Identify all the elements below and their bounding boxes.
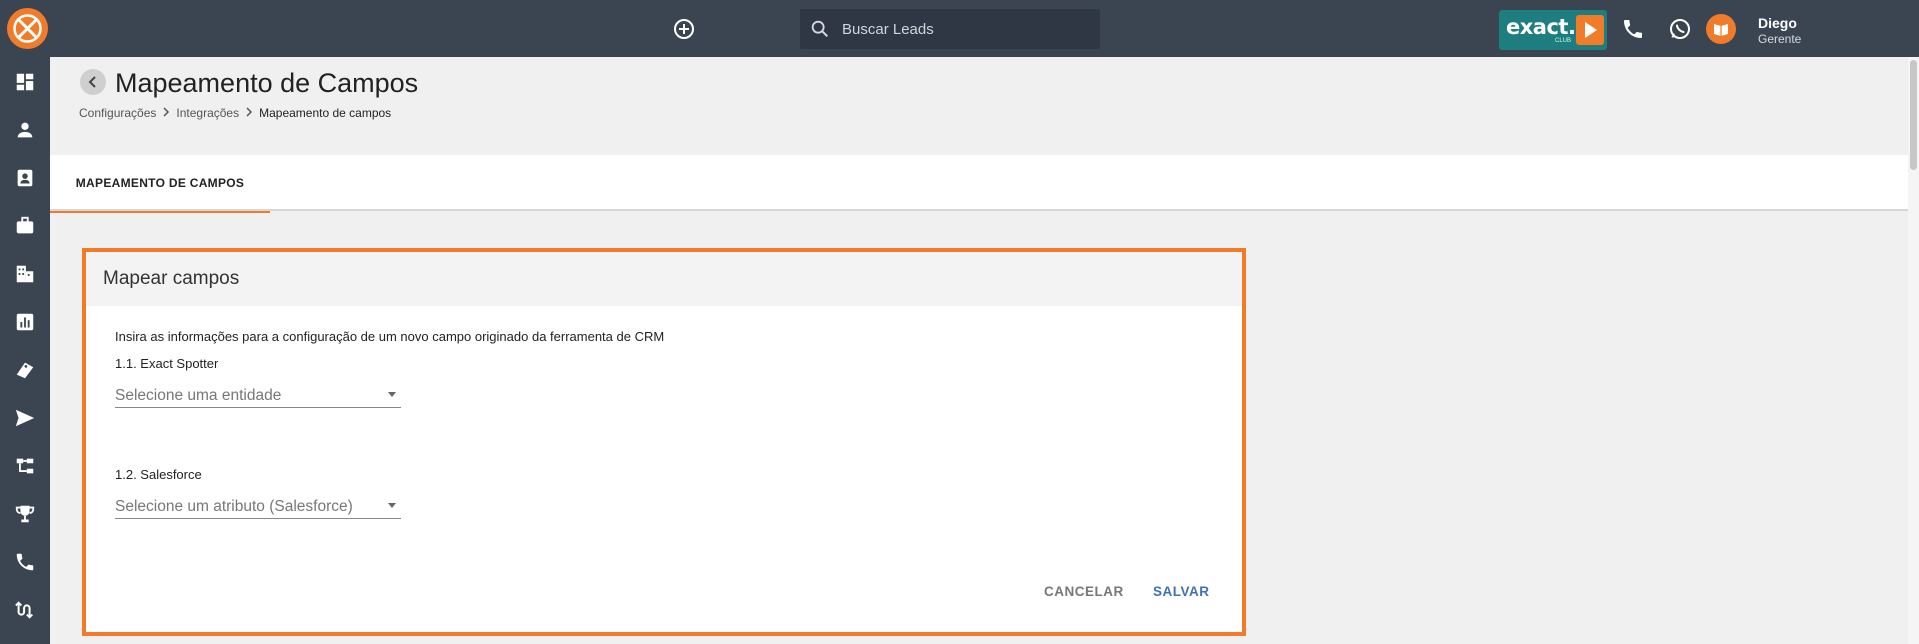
section-salesforce-label: 1.2. Salesforce [115, 467, 202, 482]
tag-icon[interactable] [14, 359, 36, 381]
search-box [800, 9, 1100, 49]
building-icon[interactable] [14, 263, 36, 285]
book-icon[interactable] [1706, 14, 1736, 44]
tab-mapeamento-de-campos[interactable]: MAPEAMENTO DE CAMPOS [50, 155, 270, 213]
attribute-select-placeholder: Selecione um atributo (Salesforce) [115, 498, 353, 515]
trophy-icon[interactable] [14, 503, 36, 525]
top-bar: exact. CLUB Diego Gerente [0, 0, 1919, 57]
section-exact-spotter-label: 1.1. Exact Spotter [115, 356, 219, 371]
attribute-select[interactable]: Selecione um atributo (Salesforce) [115, 487, 401, 519]
whatsapp-icon[interactable] [1668, 17, 1692, 41]
sidebar [0, 57, 50, 644]
dashboard-icon[interactable] [14, 71, 36, 93]
back-button[interactable] [80, 69, 106, 95]
add-circle-icon[interactable] [672, 17, 696, 41]
save-button[interactable]: SALVAR [1153, 584, 1210, 599]
exact-club-button[interactable]: exact. CLUB [1499, 10, 1607, 50]
integration-icon[interactable] [14, 599, 36, 621]
briefcase-icon[interactable] [14, 215, 36, 237]
person-icon[interactable] [14, 119, 36, 141]
breadcrumb-configuracoes[interactable]: Configurações [79, 106, 156, 120]
page-title: Mapeamento de Campos [115, 68, 419, 98]
cancel-button[interactable]: CANCELAR [1044, 584, 1124, 599]
breadcrumb-integracoes[interactable]: Integrações [176, 106, 239, 120]
breadcrumb-current: Mapeamento de campos [259, 106, 392, 120]
hierarchy-icon[interactable] [14, 455, 36, 477]
phone-icon[interactable] [1621, 17, 1645, 41]
tab-bar: MAPEAMENTO DE CAMPOS [50, 155, 1908, 213]
caret-down-icon [388, 503, 396, 508]
search-input[interactable] [842, 9, 1092, 49]
card-header: Mapear campos [86, 252, 1242, 306]
send-icon[interactable] [14, 407, 36, 429]
intro-text: Insira as informações para a configuraçã… [115, 329, 665, 344]
chevron-right-icon [245, 106, 253, 120]
app-logo[interactable] [7, 8, 48, 49]
chevron-right-icon [162, 106, 170, 120]
search-icon [811, 20, 829, 38]
entity-select[interactable]: Selecione uma entidade [115, 376, 401, 408]
user-name[interactable]: Diego [1758, 15, 1797, 31]
phone-icon[interactable] [14, 551, 36, 573]
card-title: Mapear campos [103, 268, 240, 289]
brand-word: exact. [1506, 15, 1576, 39]
scrollbar-thumb[interactable] [1910, 60, 1917, 170]
contact-card-icon[interactable] [14, 167, 36, 189]
user-role: Gerente [1758, 32, 1802, 46]
play-icon [1576, 15, 1604, 45]
tab-label: MAPEAMENTO DE CAMPOS [75, 176, 245, 190]
caret-down-icon [388, 392, 396, 397]
breadcrumb: Configurações Integrações Mapeamento de … [79, 106, 391, 120]
brand-sub: CLUB [1555, 38, 1572, 44]
bar-chart-icon[interactable] [14, 311, 36, 333]
active-tab-indicator [50, 211, 270, 213]
entity-select-placeholder: Selecione uma entidade [115, 387, 282, 404]
map-fields-card: Mapear campos Insira as informações para… [82, 248, 1246, 636]
